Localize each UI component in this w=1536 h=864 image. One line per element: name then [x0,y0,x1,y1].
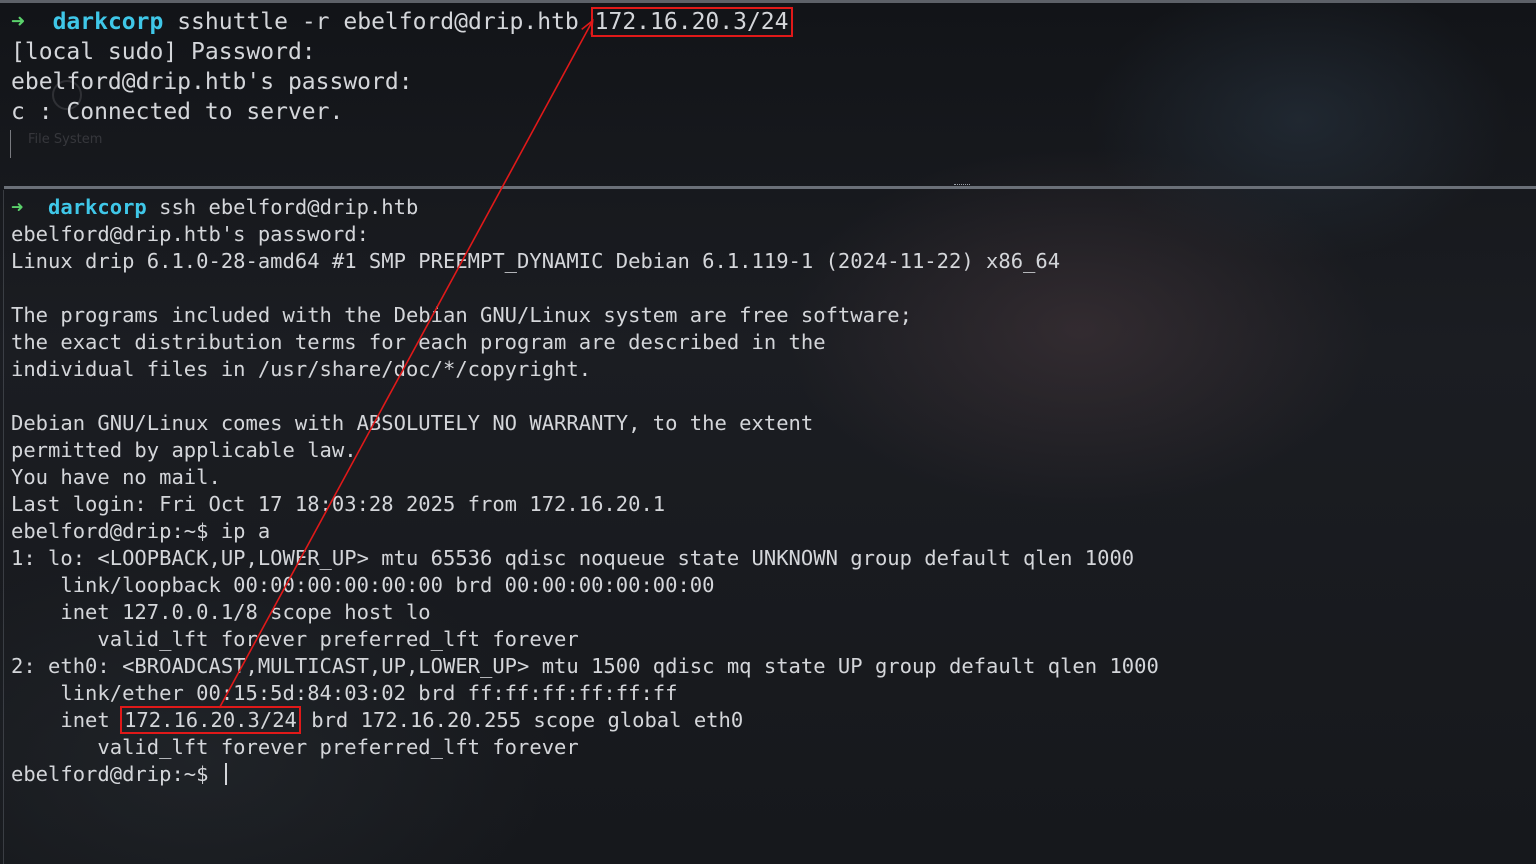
output-line: ebelford@drip.htb's password: [11,69,413,95]
output-line: link/loopback 00:00:00:00:00:00 brd 00:0… [11,573,715,597]
prompt-arrow-icon: ➜ [11,9,25,35]
highlighted-subnet: 172.16.20.3/24 [590,7,793,37]
output-line: [local sudo] Password: [11,39,316,65]
output-line: Debian GNU/Linux comes with ABSOLUTELY N… [11,411,814,435]
output-line: Linux drip 6.1.0-28-amd64 #1 SMP PREEMPT… [11,249,1061,273]
terminal-pane-top[interactable]: File System ➜ darkcorp sshuttle -r ebelf… [0,0,1536,185]
output-line: 1: lo: <LOOPBACK,UP,LOWER_UP> mtu 65536 … [11,546,1135,570]
terminal-pane-bottom[interactable]: ➜ darkcorp ssh ebelford@drip.htb ebelfor… [0,190,1536,864]
output-line: permitted by applicable law. [11,438,357,462]
prompt-host: darkcorp [52,9,164,35]
ghost-desktop-label: File System [28,132,103,147]
output-line: c : Connected to server. [11,99,344,125]
prompt-text: ebelford@drip:~$ [11,762,221,786]
command-text: ssh ebelford@drip.htb [159,195,419,219]
inet-line: inet 172.16.20.3/24 brd 172.16.20.255 sc… [11,706,744,734]
prompt-host: darkcorp [48,195,147,219]
prompt-line: ➜ darkcorp sshuttle -r ebelford@drip.htb… [11,7,793,37]
output-line: 2: eth0: <BROADCAST,MULTICAST,UP,LOWER_U… [11,654,1159,678]
pane-divider[interactable] [4,186,1536,189]
output-line: valid_lft forever preferred_lft forever [11,627,579,651]
inet-prefix: inet [11,708,123,732]
pane-resize-handle[interactable] [954,184,970,187]
command-text: sshuttle -r ebelford@drip.htb [177,9,579,35]
output-line: Last login: Fri Oct 17 18:03:28 2025 fro… [11,492,666,516]
output-line: individual files in /usr/share/doc/*/cop… [11,357,592,381]
ghost-cursor-bar [10,130,11,158]
output-line: The programs included with the Debian GN… [11,303,912,327]
text-cursor [224,763,227,785]
shell-prompt[interactable]: ebelford@drip:~$ [11,761,227,788]
inet-suffix: brd 172.16.20.255 scope global eth0 [298,708,744,732]
terminal-window: File System ➜ darkcorp sshuttle -r ebelf… [0,0,1536,864]
output-line: link/ether 00:15:5d:84:03:02 brd ff:ff:f… [11,681,678,705]
output-line: valid_lft forever preferred_lft forever [11,735,579,759]
output-line: ebelford@drip:~$ ip a [11,519,271,543]
prompt-line: ➜ darkcorp ssh ebelford@drip.htb [11,194,418,221]
output-line: inet 127.0.0.1/8 scope host lo [11,600,431,624]
highlighted-ip-address: 172.16.20.3/24 [120,706,301,734]
prompt-arrow-icon: ➜ [11,195,24,219]
output-line: the exact distribution terms for each pr… [11,330,826,354]
output-line: You have no mail. [11,465,221,489]
output-line: ebelford@drip.htb's password: [11,222,369,246]
